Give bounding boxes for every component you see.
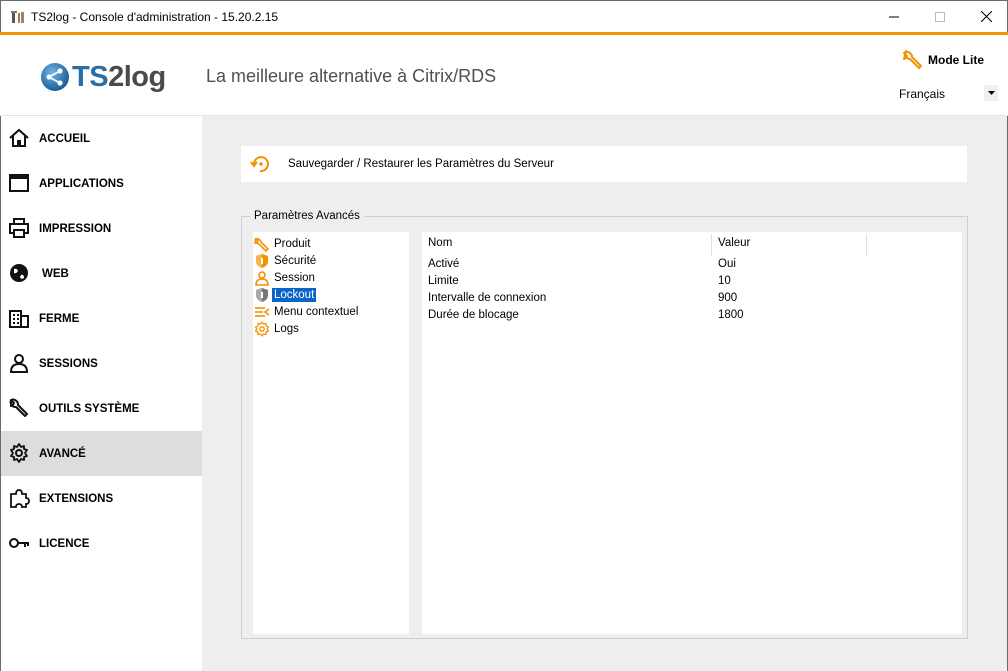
row-value: 1800: [718, 309, 744, 321]
group-legend: Paramètres Avancés: [250, 210, 364, 222]
shield-lock-icon: [254, 287, 270, 303]
tree-item-menu-contextuel[interactable]: Menu contextuel: [254, 303, 360, 320]
wrench-icon: [9, 398, 28, 417]
tree-item-produit[interactable]: Produit: [254, 235, 312, 252]
table-row[interactable]: Limite 10: [422, 273, 962, 290]
column-header-name[interactable]: Nom: [428, 237, 452, 249]
sidebar-item-avance[interactable]: AVANCÉ: [1, 431, 202, 476]
home-icon: [9, 128, 29, 147]
minimize-icon: [889, 16, 899, 17]
shield-icon: [254, 253, 270, 269]
maximize-icon: [935, 11, 945, 22]
row-name: Activé: [428, 258, 460, 270]
row-value: 10: [718, 275, 731, 287]
puzzle-icon: [10, 489, 30, 508]
close-icon: [980, 11, 992, 22]
printer-icon: [9, 218, 29, 238]
column-header-value[interactable]: Valeur: [718, 237, 750, 249]
wrench-icon: [903, 50, 922, 69]
tree-item-label: Lockout: [272, 287, 317, 302]
row-name: Limite: [428, 275, 459, 287]
language-value: Français: [899, 87, 946, 101]
tree-item-label: Session: [274, 271, 315, 284]
column-divider[interactable]: [866, 234, 867, 256]
gear-icon: [10, 443, 28, 463]
tree-item-label: Logs: [274, 322, 299, 335]
sidebar-item-outils-systeme[interactable]: OUTILS SYSTÈME: [1, 386, 202, 431]
sidebar-item-label: EXTENSIONS: [39, 492, 114, 505]
wrench-icon: [254, 236, 270, 252]
sidebar-item-impression[interactable]: IMPRESSION: [1, 206, 202, 251]
sidebar-item-label: ACCUEIL: [39, 132, 91, 145]
sidebar-item-accueil[interactable]: ACCUEIL: [1, 116, 202, 161]
restore-icon: [250, 156, 269, 173]
table-row[interactable]: Durée de blocage 1800: [422, 307, 962, 324]
sidebar-item-extensions[interactable]: EXTENSIONS: [1, 476, 202, 521]
logo: TS2log: [40, 60, 166, 94]
sidebar-item-label: FERME: [39, 312, 80, 325]
main-panel: Sauvegarder / Restaurer les Paramètres d…: [202, 116, 1008, 671]
key-icon: [9, 538, 29, 548]
settings-list: Nom Valeur Activé Oui Limite 10 Interval…: [422, 232, 962, 634]
row-name: Intervalle de connexion: [428, 292, 547, 304]
sidebar-item-label: IMPRESSION: [39, 222, 112, 235]
sidebar-item-web[interactable]: WEB: [1, 251, 202, 296]
tree-item-label: Sécurité: [274, 254, 317, 267]
window-title: TS2log - Console d'administration - 15.2…: [31, 10, 279, 24]
app-icon: [11, 11, 24, 23]
globe-icon: [10, 264, 28, 282]
sidebar-item-label: WEB: [42, 267, 69, 280]
sidebar-item-label: SESSIONS: [39, 357, 98, 370]
sidebar-item-licence[interactable]: LICENCE: [1, 521, 202, 566]
maximize-button[interactable]: [917, 1, 963, 32]
logo-globe-icon: [41, 63, 69, 91]
column-divider[interactable]: [711, 234, 712, 256]
tree-item-lockout[interactable]: Lockout: [254, 286, 317, 303]
save-restore-button[interactable]: Sauvegarder / Restaurer les Paramètres d…: [241, 146, 967, 182]
sidebar-item-applications[interactable]: APPLICATIONS: [1, 161, 202, 206]
title-bar: TS2log - Console d'administration - 15.2…: [0, 0, 1008, 32]
mode-lite-label: Mode Lite: [928, 53, 984, 67]
tagline: La meilleure alternative à Citrix/RDS: [206, 66, 497, 86]
save-restore-label: Sauvegarder / Restaurer les Paramètres d…: [288, 158, 554, 170]
sidebar-item-sessions[interactable]: SESSIONS: [1, 341, 202, 386]
sidebar-item-ferme[interactable]: FERME: [1, 296, 202, 341]
mode-lite-button[interactable]: Mode Lite: [902, 49, 984, 71]
close-button[interactable]: [963, 1, 1008, 32]
table-row[interactable]: Activé Oui: [422, 256, 962, 273]
tree-item-label: Produit: [274, 237, 311, 250]
row-value: Oui: [718, 258, 736, 270]
user-icon: [9, 354, 29, 373]
table-row[interactable]: Intervalle de connexion 900: [422, 290, 962, 307]
settings-tree: Produit Sécurité Session Lockout Menu co…: [253, 232, 409, 634]
logo-text: TS2log: [72, 60, 166, 93]
sidebar-item-label: APPLICATIONS: [39, 177, 124, 190]
tree-item-securite[interactable]: Sécurité: [254, 252, 318, 269]
chevron-down-icon[interactable]: [984, 85, 998, 101]
sidebar-item-label: OUTILS SYSTÈME: [39, 402, 140, 415]
building-icon: [9, 310, 29, 328]
gear-icon: [254, 320, 270, 337]
header: TS2log La meilleure alternative à Citrix…: [0, 35, 1008, 116]
tree-item-label: Menu contextuel: [274, 305, 359, 318]
row-name: Durée de blocage: [428, 309, 519, 321]
menu-icon: [254, 304, 270, 320]
tree-item-session[interactable]: Session: [254, 269, 317, 286]
sidebar-item-label: LICENCE: [39, 537, 90, 550]
language-select[interactable]: Français: [896, 83, 1001, 103]
row-value: 900: [718, 292, 738, 304]
advanced-settings-group: Paramètres Avancés Produit Sécurité Sess…: [241, 210, 968, 639]
sidebar: ACCUEIL APPLICATIONS IMPRESSION WEB FERM…: [0, 116, 202, 671]
sidebar-item-label: AVANCÉ: [39, 447, 86, 460]
minimize-button[interactable]: [871, 1, 917, 32]
tree-item-logs[interactable]: Logs: [254, 320, 301, 337]
user-icon: [254, 270, 270, 286]
window-icon: [9, 174, 29, 192]
